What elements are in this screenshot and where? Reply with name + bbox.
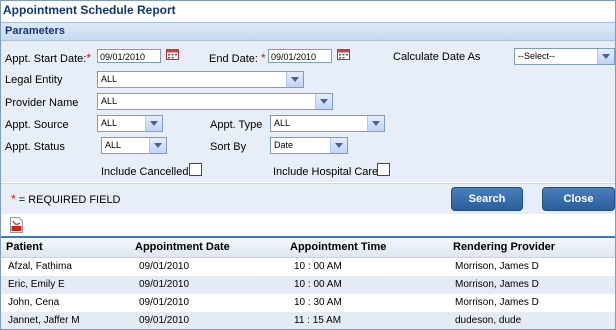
appt-status-label: Appt. Status (5, 141, 65, 153)
chevron-down-icon (597, 49, 614, 64)
provider-cell: dudeson, dude (455, 315, 522, 326)
end-date-input[interactable]: 09/01/2010 (268, 49, 332, 63)
appt-source-label: Appt. Source (5, 119, 69, 131)
include-cancelled-label: Include Cancelled (101, 166, 189, 178)
parameters-form: Appt. Start Date:* 09/01/2010 End Date: … (1, 41, 615, 182)
include-cancelled-checkbox[interactable] (189, 163, 202, 176)
provider-name-value: ALL (101, 96, 118, 106)
date-cell: 09/01/2010 (139, 279, 190, 290)
search-button[interactable]: Search (451, 187, 523, 211)
appt-type-label: Appt. Type (210, 119, 263, 131)
export-toolbar (1, 214, 615, 238)
sort-by-label: Sort By (210, 141, 247, 153)
chevron-down-icon (367, 116, 384, 131)
date-cell: 09/01/2010 (139, 297, 190, 308)
appt-source-value: ALL (101, 118, 118, 128)
chevron-down-icon (315, 94, 332, 109)
sort-by-value: Date (274, 140, 294, 150)
time-cell: 11 : 15 AM (294, 315, 342, 326)
provider-name-label: Provider Name (5, 97, 79, 109)
pdf-icon[interactable] (10, 217, 23, 233)
chevron-down-icon (330, 138, 347, 153)
provider-name-select[interactable]: ALL (97, 93, 333, 110)
provider-cell: Morrison, James D (455, 279, 539, 290)
chevron-down-icon (286, 72, 303, 87)
action-bar: * = REQUIRED FIELD Search Close (1, 183, 615, 214)
time-cell: 10 : 30 AM (294, 297, 342, 308)
close-button[interactable]: Close (542, 187, 615, 211)
parameters-label: Parameters (5, 25, 65, 37)
column-header-appointment-date[interactable]: Appointment Date (135, 241, 230, 253)
required-field-note: * = REQUIRED FIELD (11, 192, 121, 206)
column-header-rendering-provider[interactable]: Rendering Provider (453, 241, 555, 253)
page-title: Appointment Schedule Report (3, 3, 176, 17)
table-row[interactable]: Eric, Emily E 09/01/2010 10 : 00 AM Morr… (1, 276, 615, 294)
patient-cell: Jannet, Jaffer M (8, 315, 80, 326)
end-date-label: End Date: * (209, 51, 266, 65)
provider-cell: Morrison, James D (455, 261, 539, 272)
include-hospital-care-checkbox[interactable] (377, 163, 390, 176)
date-cell: 09/01/2010 (139, 261, 190, 272)
parameters-header: Parameters (1, 22, 615, 41)
appt-source-select[interactable]: ALL (97, 115, 163, 132)
legal-entity-value: ALL (101, 74, 118, 84)
appt-status-select[interactable]: ALL (101, 137, 167, 154)
appt-status-value: ALL (105, 140, 122, 150)
table-row[interactable]: Jannet, Jaffer M 09/01/2010 11 : 15 AM d… (1, 312, 615, 329)
date-cell: 09/01/2010 (139, 315, 190, 326)
calculate-date-label: Calculate Date As (393, 51, 481, 63)
table-header: Patient Appointment Date Appointment Tim… (1, 238, 615, 258)
patient-cell: Afzal, Fathima (8, 261, 72, 272)
calendar-icon[interactable] (337, 48, 350, 60)
column-header-patient[interactable]: Patient (6, 241, 43, 253)
patient-cell: Eric, Emily E (8, 279, 65, 290)
appt-type-select[interactable]: ALL (270, 115, 385, 132)
provider-cell: Morrison, James D (455, 297, 539, 308)
appt-type-value: ALL (274, 118, 291, 128)
calculate-date-select[interactable]: --Select-- (514, 48, 615, 65)
legal-entity-label: Legal Entity (5, 74, 63, 86)
sort-by-select[interactable]: Date (270, 137, 348, 154)
include-hospital-care-label: Include Hospital Care (273, 166, 379, 178)
legal-entity-select[interactable]: ALL (97, 71, 304, 88)
patient-cell: John, Cena (8, 297, 60, 308)
time-cell: 10 : 00 AM (294, 279, 342, 290)
chevron-down-icon (145, 116, 162, 131)
start-date-label: Appt. Start Date:* (5, 51, 91, 65)
time-cell: 10 : 00 AM (294, 261, 342, 272)
table-row[interactable]: John, Cena 09/01/2010 10 : 30 AM Morriso… (1, 294, 615, 312)
start-date-input[interactable]: 09/01/2010 (97, 49, 161, 63)
calculate-date-value: --Select-- (518, 51, 556, 61)
chevron-down-icon (149, 138, 166, 153)
calendar-icon[interactable] (166, 48, 179, 60)
table-row[interactable]: Afzal, Fathima 09/01/2010 10 : 00 AM Mor… (1, 258, 615, 276)
column-header-appointment-time[interactable]: Appointment Time (290, 241, 386, 253)
